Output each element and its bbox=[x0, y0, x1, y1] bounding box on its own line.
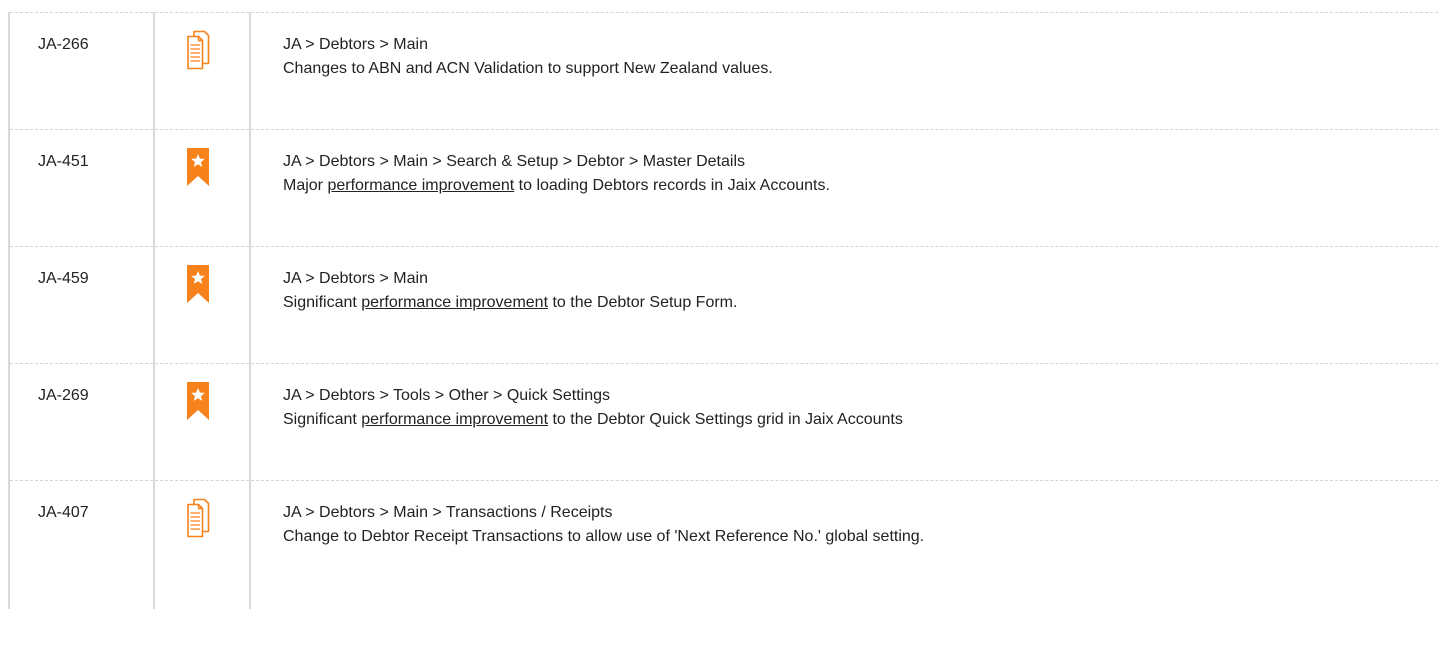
description-text-after: to loading Debtors records in Jaix Accou… bbox=[514, 177, 830, 194]
table-row: JA-269 JA > Debtors > Tools > Other > Qu… bbox=[8, 363, 1438, 481]
description-block: JA > Debtors > Main Significant performa… bbox=[251, 247, 1438, 315]
description-cell: JA > Debtors > Main Changes to ABN and A… bbox=[250, 12, 1438, 130]
table-row: JA-459 JA > Debtors > Main Significant p… bbox=[8, 246, 1438, 364]
description-block: JA > Debtors > Main > Transactions / Rec… bbox=[251, 481, 1438, 549]
description-block: JA > Debtors > Main > Search & Setup > D… bbox=[251, 130, 1438, 198]
description-block: JA > Debtors > Main Changes to ABN and A… bbox=[251, 13, 1438, 81]
icon-cell bbox=[154, 363, 251, 481]
issue-id-cell: JA-266 bbox=[8, 12, 155, 130]
icon-holder bbox=[155, 13, 249, 70]
release-notes-table-body: JA-266 JA > Debtors > Main Changes to AB… bbox=[8, 12, 1438, 610]
description-text-before: Significant bbox=[283, 411, 362, 428]
icon-holder bbox=[155, 481, 249, 538]
issue-id: JA-451 bbox=[38, 153, 89, 170]
star-bookmark-icon bbox=[186, 264, 249, 304]
issue-id-cell: JA-451 bbox=[8, 129, 155, 247]
icon-holder bbox=[155, 364, 249, 421]
issue-id: JA-269 bbox=[38, 387, 89, 404]
icon-holder bbox=[155, 247, 249, 304]
description-cell: JA > Debtors > Main > Search & Setup > D… bbox=[250, 129, 1438, 247]
star-bookmark-icon bbox=[186, 147, 249, 187]
module-path: JA > Debtors > Main bbox=[283, 270, 428, 287]
description-text-before: Change to Debtor Receipt Transactions to… bbox=[283, 528, 925, 545]
table-row: JA-407 JA > Debtors > Main > Transaction… bbox=[8, 480, 1438, 610]
release-notes-table: JA-266 JA > Debtors > Main Changes to AB… bbox=[8, 12, 1438, 609]
release-notes-table-wrapper: JA-266 JA > Debtors > Main Changes to AB… bbox=[0, 0, 1446, 648]
icon-cell bbox=[154, 129, 251, 247]
issue-id-cell: JA-459 bbox=[8, 246, 155, 364]
table-row: JA-266 JA > Debtors > Main Changes to AB… bbox=[8, 12, 1438, 130]
document-icon bbox=[186, 30, 249, 70]
star-bookmark-icon bbox=[186, 381, 249, 421]
performance-improvement-link[interactable]: performance improvement bbox=[361, 411, 548, 428]
description-text-after: to the Debtor Setup Form. bbox=[548, 294, 738, 311]
description-text: Significant performance improvement to t… bbox=[283, 291, 1438, 315]
icon-holder bbox=[155, 130, 249, 187]
table-row: JA-451 JA > Debtors > Main > Search & Se… bbox=[8, 129, 1438, 247]
description-cell: JA > Debtors > Main Significant performa… bbox=[250, 246, 1438, 364]
description-text: Major performance improvement to loading… bbox=[283, 174, 1438, 198]
description-text-after: to the Debtor Quick Settings grid in Jai… bbox=[548, 411, 903, 428]
performance-improvement-link[interactable]: performance improvement bbox=[327, 177, 514, 194]
description-text: Change to Debtor Receipt Transactions to… bbox=[283, 525, 1438, 549]
icon-cell bbox=[154, 246, 251, 364]
description-text-before: Major bbox=[283, 177, 328, 194]
issue-id-cell: JA-269 bbox=[8, 363, 155, 481]
issue-id: JA-459 bbox=[38, 270, 89, 287]
issue-id: JA-266 bbox=[38, 36, 89, 53]
module-path: JA > Debtors > Main > Search & Setup > D… bbox=[283, 153, 746, 170]
description-cell: JA > Debtors > Tools > Other > Quick Set… bbox=[250, 363, 1438, 481]
module-path: JA > Debtors > Main bbox=[283, 36, 428, 53]
issue-id: JA-407 bbox=[38, 504, 89, 521]
module-path: JA > Debtors > Tools > Other > Quick Set… bbox=[283, 387, 610, 404]
document-icon bbox=[186, 498, 249, 538]
description-block: JA > Debtors > Tools > Other > Quick Set… bbox=[251, 364, 1438, 432]
description-text-before: Changes to ABN and ACN Validation to sup… bbox=[283, 60, 773, 77]
description-cell: JA > Debtors > Main > Transactions / Rec… bbox=[250, 481, 1438, 610]
icon-cell bbox=[154, 12, 251, 130]
performance-improvement-link[interactable]: performance improvement bbox=[361, 294, 548, 311]
issue-id-cell: JA-407 bbox=[8, 480, 155, 609]
description-text-before: Significant bbox=[283, 294, 362, 311]
description-text: Significant performance improvement to t… bbox=[283, 408, 1438, 432]
module-path: JA > Debtors > Main > Transactions / Rec… bbox=[283, 504, 613, 521]
icon-cell bbox=[154, 480, 251, 609]
description-text: Changes to ABN and ACN Validation to sup… bbox=[283, 57, 1438, 81]
